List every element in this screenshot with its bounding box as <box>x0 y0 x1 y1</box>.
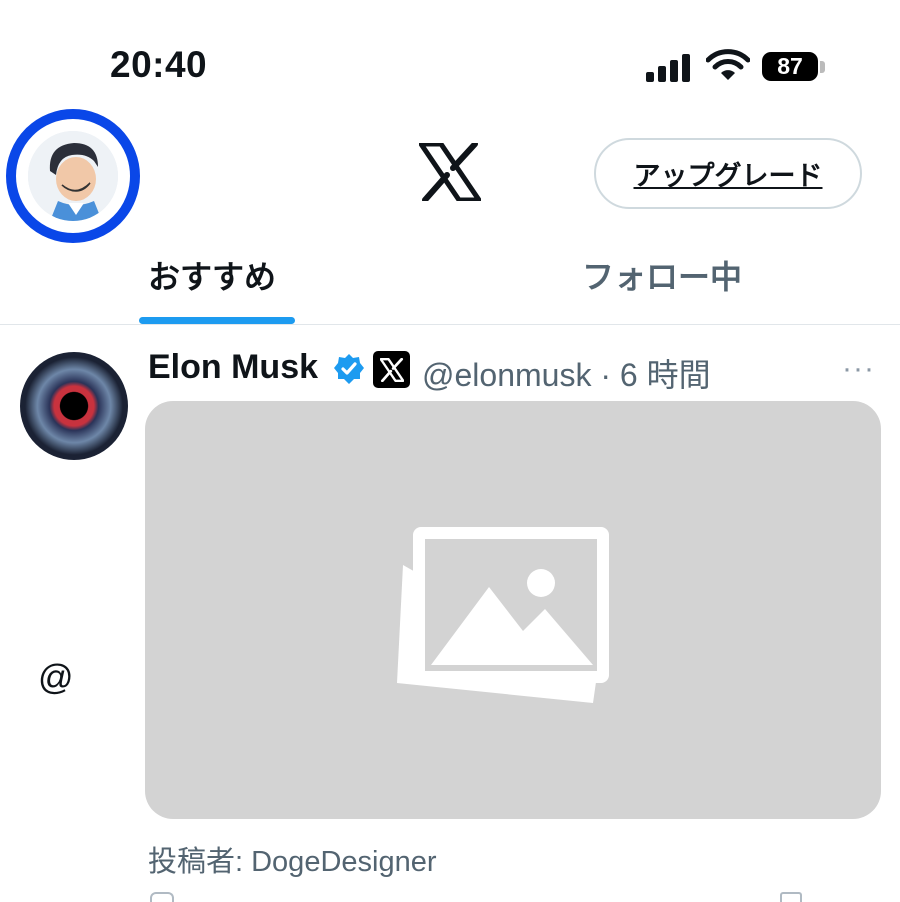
profile-avatar-button[interactable] <box>6 109 140 243</box>
posted-by-label: 投稿者: DogeDesigner <box>148 846 437 878</box>
post-author-name[interactable]: Elon Musk <box>148 348 318 387</box>
tab-recommended[interactable]: おすすめ <box>148 252 276 298</box>
status-time: 20:40 <box>110 44 208 85</box>
cellular-signal-icon <box>646 52 692 82</box>
x-logo-icon <box>419 143 481 201</box>
verified-badge-icon <box>334 354 364 384</box>
image-placeholder-icon <box>397 527 609 703</box>
upgrade-button[interactable]: アップグレード <box>594 138 862 209</box>
post-handle-time: @elonmusk · 6 時間 <box>422 357 711 393</box>
battery-cap <box>820 61 825 73</box>
wifi-icon <box>706 49 750 80</box>
share-icon[interactable] <box>780 892 802 902</box>
header-divider <box>0 324 900 325</box>
post-author-avatar[interactable] <box>20 352 128 460</box>
avatar <box>28 131 118 221</box>
reply-icon[interactable] <box>150 892 174 902</box>
affiliation-x-badge-icon <box>373 351 410 388</box>
battery-indicator: 87 <box>762 52 818 81</box>
mention-icon: @ <box>38 658 74 697</box>
post-media-image[interactable] <box>145 401 881 819</box>
tab-following[interactable]: フォロー中 <box>582 252 742 298</box>
active-tab-indicator <box>139 317 295 324</box>
more-options-icon[interactable]: ··· <box>842 352 875 386</box>
